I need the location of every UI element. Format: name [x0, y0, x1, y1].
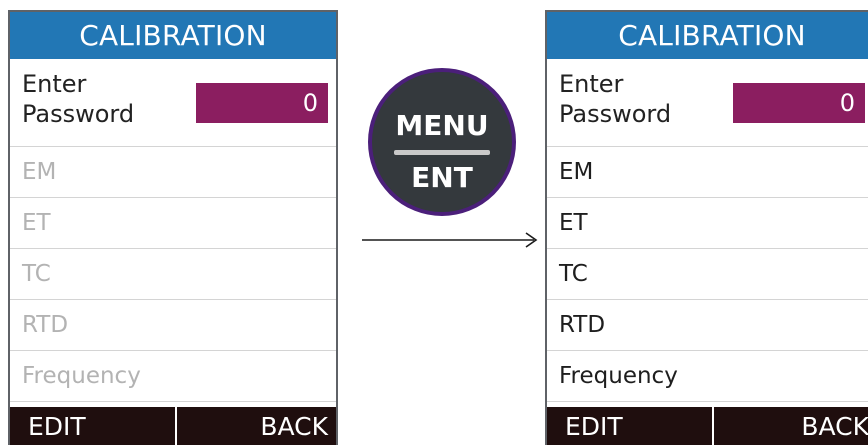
password-label-line1: Enter: [559, 70, 624, 98]
menu-item-et[interactable]: ET: [547, 198, 868, 249]
password-label: Enter Password: [559, 69, 671, 129]
menu-item-et: ET: [10, 198, 336, 249]
password-label: Enter Password: [22, 69, 134, 129]
stage: CALIBRATION Enter Password 0 EM ET TC RT…: [0, 0, 868, 445]
menu-item-rtd[interactable]: RTD: [547, 300, 868, 351]
back-softkey[interactable]: BACK: [714, 407, 868, 445]
calibration-screen-after: CALIBRATION Enter Password 0 EM ET TC RT…: [545, 10, 868, 445]
password-field[interactable]: 0: [733, 83, 865, 123]
softkey-bar: EDIT BACK: [547, 407, 868, 445]
right-arrow-icon: [362, 232, 538, 248]
menu-label: MENU: [395, 109, 489, 142]
calibration-screen-before: CALIBRATION Enter Password 0 EM ET TC RT…: [8, 10, 338, 445]
screen-title: CALIBRATION: [10, 12, 336, 59]
softkey-bar: EDIT BACK: [10, 407, 336, 445]
button-divider: [394, 150, 490, 155]
password-row: Enter Password 0: [10, 59, 336, 147]
menu-item-tc: TC: [10, 249, 336, 300]
menu-item-frequency[interactable]: Frequency: [547, 351, 868, 402]
password-field[interactable]: 0: [196, 83, 328, 123]
ent-label: ENT: [411, 161, 473, 194]
screen-title: CALIBRATION: [547, 12, 868, 59]
edit-softkey[interactable]: EDIT: [10, 407, 175, 445]
back-softkey[interactable]: BACK: [177, 407, 336, 445]
menu-item-frequency: Frequency: [10, 351, 336, 402]
menu-item-em: EM: [10, 147, 336, 198]
menu-item-tc[interactable]: TC: [547, 249, 868, 300]
menu-item-em[interactable]: EM: [547, 147, 868, 198]
password-label-line1: Enter: [22, 70, 87, 98]
edit-softkey[interactable]: EDIT: [547, 407, 712, 445]
password-label-line2: Password: [559, 100, 672, 128]
password-row: Enter Password 0: [547, 59, 868, 147]
password-label-line2: Password: [22, 100, 135, 128]
menu-item-rtd: RTD: [10, 300, 336, 351]
menu-ent-button[interactable]: MENU ENT: [368, 68, 516, 216]
